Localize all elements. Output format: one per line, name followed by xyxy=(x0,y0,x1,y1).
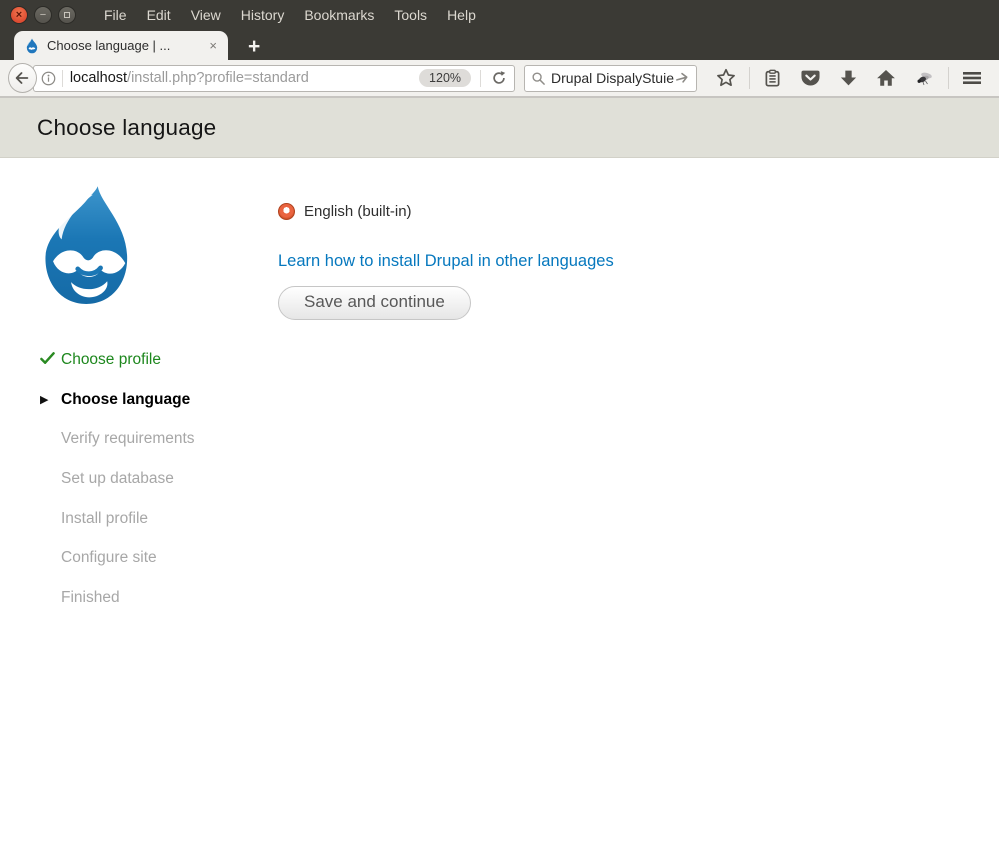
step-configure-site: Configure site xyxy=(40,549,270,589)
page-content: Choose profile ▶ Choose language Verify … xyxy=(0,158,999,861)
step-choose-profile: Choose profile xyxy=(40,351,270,391)
home-icon xyxy=(876,68,896,88)
new-tab-button[interactable]: + xyxy=(242,34,266,60)
search-icon xyxy=(531,71,546,86)
step-label: Choose language xyxy=(61,391,190,409)
info-icon[interactable] xyxy=(40,70,57,87)
back-icon xyxy=(13,69,31,87)
page-header: Choose language xyxy=(0,98,999,158)
toolbar-divider xyxy=(749,67,750,89)
home-button[interactable] xyxy=(867,68,905,88)
reload-button[interactable] xyxy=(488,70,510,86)
drupal-favicon-icon xyxy=(24,38,40,54)
language-form: English (built-in) Learn how to install … xyxy=(278,203,614,320)
maximize-icon xyxy=(64,12,70,18)
check-icon xyxy=(40,351,61,366)
tab-title: Choose language | ... xyxy=(47,38,206,53)
window-minimize-button[interactable]: − xyxy=(34,6,52,24)
zoom-level-badge[interactable]: 120% xyxy=(419,69,471,87)
reload-icon xyxy=(491,70,507,86)
bookmarks-menu-button[interactable] xyxy=(754,69,791,88)
search-input[interactable]: Drupal DispalyStuie xyxy=(551,70,675,86)
step-label: Configure site xyxy=(61,549,157,567)
url-path: /install.php?profile=standard xyxy=(127,70,309,86)
step-label: Verify requirements xyxy=(61,430,195,448)
bookmark-star-button[interactable] xyxy=(707,68,745,88)
url-bar[interactable]: localhost/install.php?profile=standard 1… xyxy=(33,65,515,92)
other-languages-link[interactable]: Learn how to install Drupal in other lan… xyxy=(278,252,614,271)
pocket-icon xyxy=(800,69,821,88)
tab-bar: Choose language | ... × + xyxy=(0,30,999,60)
star-icon xyxy=(716,68,736,88)
menu-help[interactable]: Help xyxy=(437,7,486,23)
window-controls: × − xyxy=(0,6,76,24)
window-close-button[interactable]: × xyxy=(10,6,28,24)
url-text[interactable]: localhost/install.php?profile=standard xyxy=(70,70,419,86)
extension-fly-button[interactable] xyxy=(905,69,944,88)
step-install-profile: Install profile xyxy=(40,510,270,550)
step-set-up-database: Set up database xyxy=(40,470,270,510)
tab-close-icon[interactable]: × xyxy=(206,38,220,53)
download-icon xyxy=(839,69,858,88)
drupal-logo-icon xyxy=(35,184,149,311)
language-option-row[interactable]: English (built-in) xyxy=(278,203,614,220)
navigation-toolbar: localhost/install.php?profile=standard 1… xyxy=(0,60,999,98)
window-titlebar: × − File Edit View History Bookmarks Too… xyxy=(0,0,999,30)
menu-tools[interactable]: Tools xyxy=(384,7,437,23)
step-label: Choose profile xyxy=(61,351,161,369)
app-menu-button[interactable] xyxy=(953,69,991,87)
downloads-button[interactable] xyxy=(830,69,867,88)
menu-view[interactable]: View xyxy=(181,7,231,23)
urlbar-divider-2 xyxy=(480,70,481,87)
step-label: Set up database xyxy=(61,470,174,488)
search-bar[interactable]: Drupal DispalyStuie xyxy=(524,65,697,92)
menu-file[interactable]: File xyxy=(94,7,137,23)
hamburger-menu-icon xyxy=(962,69,982,87)
menu-bookmarks[interactable]: Bookmarks xyxy=(294,7,384,23)
menu-edit[interactable]: Edit xyxy=(137,7,181,23)
back-button[interactable] xyxy=(8,63,37,93)
active-tab[interactable]: Choose language | ... × xyxy=(14,31,228,60)
pocket-button[interactable] xyxy=(791,69,830,88)
install-steps-list: Choose profile ▶ Choose language Verify … xyxy=(40,351,270,629)
fly-icon xyxy=(914,69,935,88)
clipboard-icon xyxy=(763,69,782,88)
language-radio-label[interactable]: English (built-in) xyxy=(304,203,412,220)
urlbar-divider xyxy=(62,70,63,87)
language-radio-selected[interactable] xyxy=(278,203,295,220)
save-and-continue-button[interactable]: Save and continue xyxy=(278,286,471,320)
menu-history[interactable]: History xyxy=(231,7,295,23)
url-host: localhost xyxy=(70,70,127,86)
step-choose-language: ▶ Choose language xyxy=(40,391,270,431)
window-maximize-button[interactable] xyxy=(58,6,76,24)
menubar: File Edit View History Bookmarks Tools H… xyxy=(94,7,486,23)
go-arrow-icon[interactable] xyxy=(675,71,690,86)
page-title: Choose language xyxy=(37,115,216,141)
step-finished: Finished xyxy=(40,589,270,629)
step-label: Install profile xyxy=(61,510,148,528)
toolbar-divider-2 xyxy=(948,67,949,89)
step-label: Finished xyxy=(61,589,120,607)
current-step-arrow-icon: ▶ xyxy=(40,391,61,410)
toolbar-icons xyxy=(707,67,991,89)
step-verify-requirements: Verify requirements xyxy=(40,430,270,470)
